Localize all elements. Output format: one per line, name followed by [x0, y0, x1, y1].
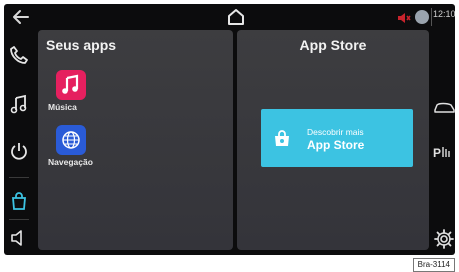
back-arrow-icon	[13, 10, 29, 24]
store-button-title: App Store	[307, 138, 365, 152]
phone-button[interactable]	[8, 44, 30, 66]
park-assist-button[interactable]: P	[433, 145, 455, 163]
left-rail	[4, 30, 34, 255]
music-note-icon	[10, 94, 27, 114]
apps-panel-title: Seus apps	[46, 37, 117, 53]
back-button[interactable]	[10, 7, 32, 27]
clock: 12:10	[433, 9, 455, 19]
power-button[interactable]	[8, 140, 30, 162]
store-panel-title: App Store	[299, 37, 367, 53]
store-button-caption: Descobrir mais	[307, 127, 364, 137]
settings-gear-icon	[434, 229, 454, 249]
music-app-icon	[56, 70, 86, 100]
home-button[interactable]	[225, 7, 247, 27]
infotainment-screen: 12:10 Seus apps Música Navegação App Sto…	[4, 4, 455, 255]
apps-panel: Seus apps Música Navegação	[38, 30, 233, 250]
phone-icon	[10, 46, 28, 64]
park-assist-label: P	[433, 146, 442, 160]
vehicle-button[interactable]	[433, 96, 455, 118]
settings-button[interactable]	[433, 228, 455, 250]
divider	[9, 219, 29, 220]
app-label: Música	[48, 102, 77, 112]
shopping-bag-icon	[271, 127, 293, 149]
top-bar: 12:10	[4, 4, 455, 30]
media-button[interactable]	[8, 93, 30, 115]
right-rail: P	[433, 30, 455, 255]
apps-button[interactable]	[8, 190, 30, 212]
home-icon	[228, 9, 244, 25]
app-label: Navegação	[48, 157, 93, 167]
apps-bag-icon	[12, 192, 26, 210]
discover-app-store-button[interactable]: Descobrir mais App Store	[261, 109, 413, 167]
power-icon	[11, 143, 27, 160]
store-panel: App Store Descobrir mais App Store	[237, 30, 429, 250]
divider	[431, 8, 432, 26]
status-dot-icon	[415, 10, 429, 24]
volume-button[interactable]	[8, 227, 30, 249]
app-music[interactable]: Música	[48, 70, 100, 112]
divider	[9, 177, 29, 178]
car-icon	[434, 102, 455, 113]
volume-icon	[11, 230, 22, 246]
figure-reference-tag: Bra-3114	[412, 258, 455, 272]
app-navigation[interactable]: Navegação	[48, 125, 100, 167]
globe-icon	[56, 125, 86, 155]
park-assist-icon	[442, 147, 450, 157]
mute-icon	[397, 11, 411, 23]
